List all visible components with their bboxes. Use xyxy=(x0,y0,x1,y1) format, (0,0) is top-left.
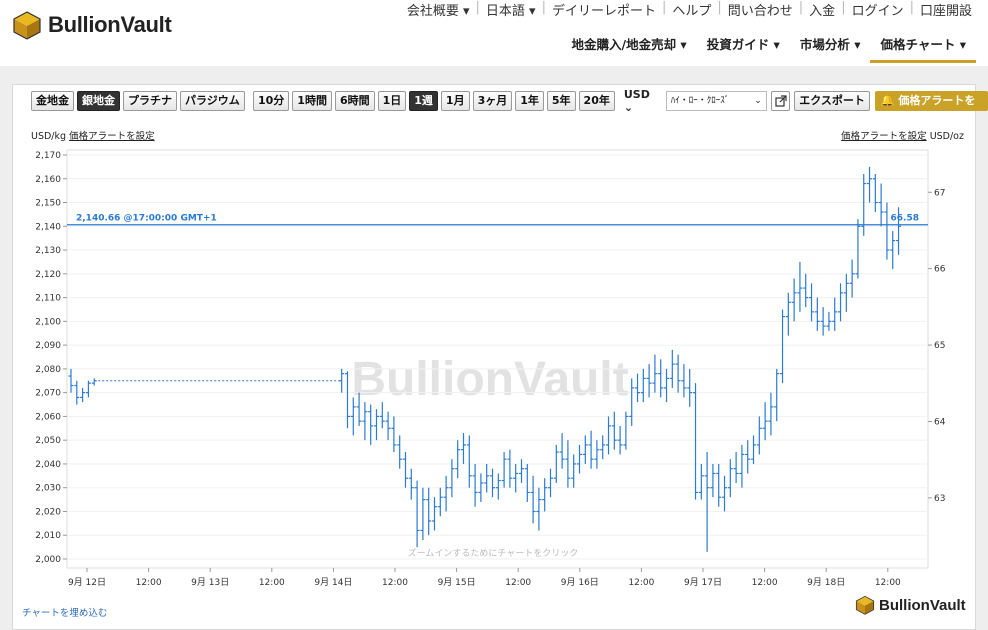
x-tick-label: 9月 16日 xyxy=(561,577,599,588)
y-tick-label: 2,040 xyxy=(35,460,61,470)
y-tick-label: 2,080 xyxy=(35,365,61,375)
y2-tick-label: 67 xyxy=(934,188,945,198)
x-tick-label: 9月 13日 xyxy=(191,577,229,588)
chart-watermark: BullionVault xyxy=(351,353,628,406)
x-tick-label: 12:00 xyxy=(259,578,285,588)
zoom-hint: ズームインするためにチャートをクリック xyxy=(408,547,579,559)
y-tick-label: 2,110 xyxy=(35,294,61,304)
footer-logo: BullionVault xyxy=(855,595,966,615)
y-tick-label: 2,000 xyxy=(35,555,61,565)
y-tick-label: 2,060 xyxy=(35,412,61,422)
x-tick-label: 9月 17日 xyxy=(684,577,722,588)
y2-tick-label: 66 xyxy=(934,265,946,275)
current-price-label: 2,140.66 @17:00:00 GMT+1 xyxy=(76,214,217,224)
y-tick-label: 2,030 xyxy=(35,484,61,494)
x-tick-label: 9月 14日 xyxy=(314,577,352,588)
y-tick-label: 2,140 xyxy=(35,222,61,232)
x-tick-label: 12:00 xyxy=(382,578,408,588)
x-tick-label: 12:00 xyxy=(752,578,778,588)
embed-chart-link[interactable]: チャートを埋め込む xyxy=(22,605,107,619)
x-tick-label: 9月 18日 xyxy=(807,577,845,588)
footer-logo-text: BullionVault xyxy=(879,596,966,614)
x-tick-label: 12:00 xyxy=(505,578,531,588)
y-tick-label: 2,020 xyxy=(35,507,61,517)
y-tick-label: 2,090 xyxy=(35,341,61,351)
y-tick-label: 2,130 xyxy=(35,246,61,256)
y-tick-label: 2,070 xyxy=(35,389,61,399)
x-tick-label: 12:00 xyxy=(875,578,901,588)
y-tick-label: 2,160 xyxy=(35,175,61,185)
x-tick-label: 12:00 xyxy=(136,578,162,588)
x-tick-label: 9月 15日 xyxy=(438,577,476,588)
y2-tick-label: 63 xyxy=(934,494,945,504)
y-tick-label: 2,170 xyxy=(35,151,61,161)
price-chart[interactable]: BullionVault 2,000 2,010 2,020 2,030 2,040 2,0… xyxy=(0,0,988,630)
y-tick-label: 2,120 xyxy=(35,270,61,280)
logo-cube-icon xyxy=(855,595,875,615)
y2-tick-label: 64 xyxy=(934,417,946,427)
y2-tick-label: 65 xyxy=(934,341,945,351)
y-tick-label: 2,050 xyxy=(35,436,61,446)
y-tick-label: 2,100 xyxy=(35,317,61,327)
y-tick-label: 2,010 xyxy=(35,531,61,541)
y-tick-label: 2,150 xyxy=(35,199,61,209)
x-tick-label: 12:00 xyxy=(628,578,654,588)
x-tick-label: 9月 12日 xyxy=(68,577,106,588)
current-price-label-oz: 66.58 xyxy=(891,214,919,224)
